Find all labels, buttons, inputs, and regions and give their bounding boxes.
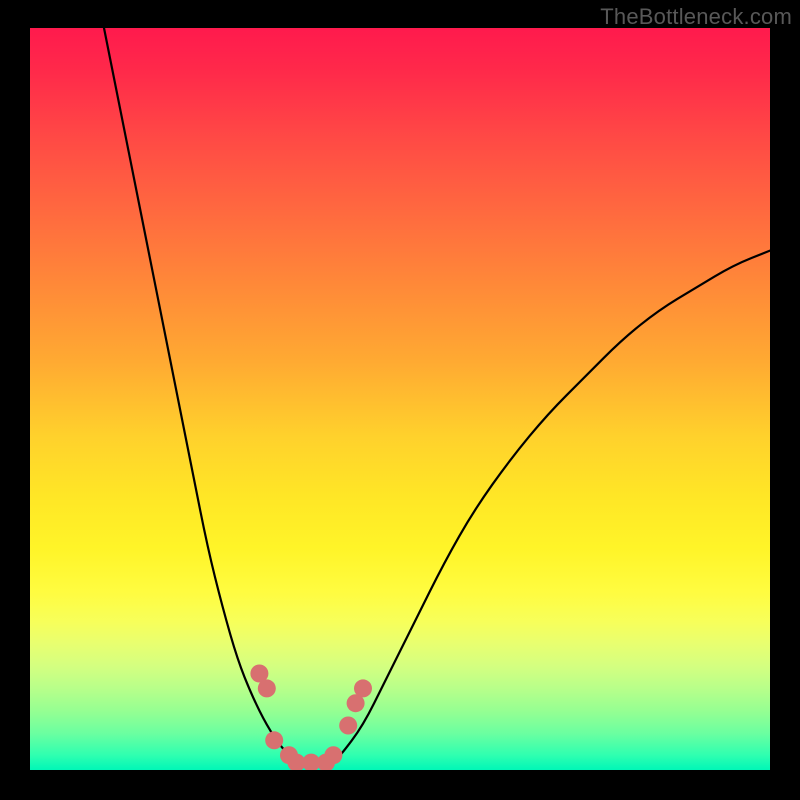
- floor-markers: [250, 665, 372, 771]
- watermark-text: TheBottleneck.com: [600, 4, 792, 30]
- floor-marker: [324, 746, 342, 764]
- floor-marker: [258, 679, 276, 697]
- floor-marker: [339, 717, 357, 735]
- plot-area: [30, 28, 770, 770]
- v-curve: [104, 28, 770, 770]
- curve-left-branch: [104, 28, 311, 770]
- chart-frame: TheBottleneck.com: [0, 0, 800, 800]
- curve-layer: [30, 28, 770, 770]
- curve-right-branch: [326, 251, 770, 770]
- floor-marker: [265, 731, 283, 749]
- floor-marker: [354, 679, 372, 697]
